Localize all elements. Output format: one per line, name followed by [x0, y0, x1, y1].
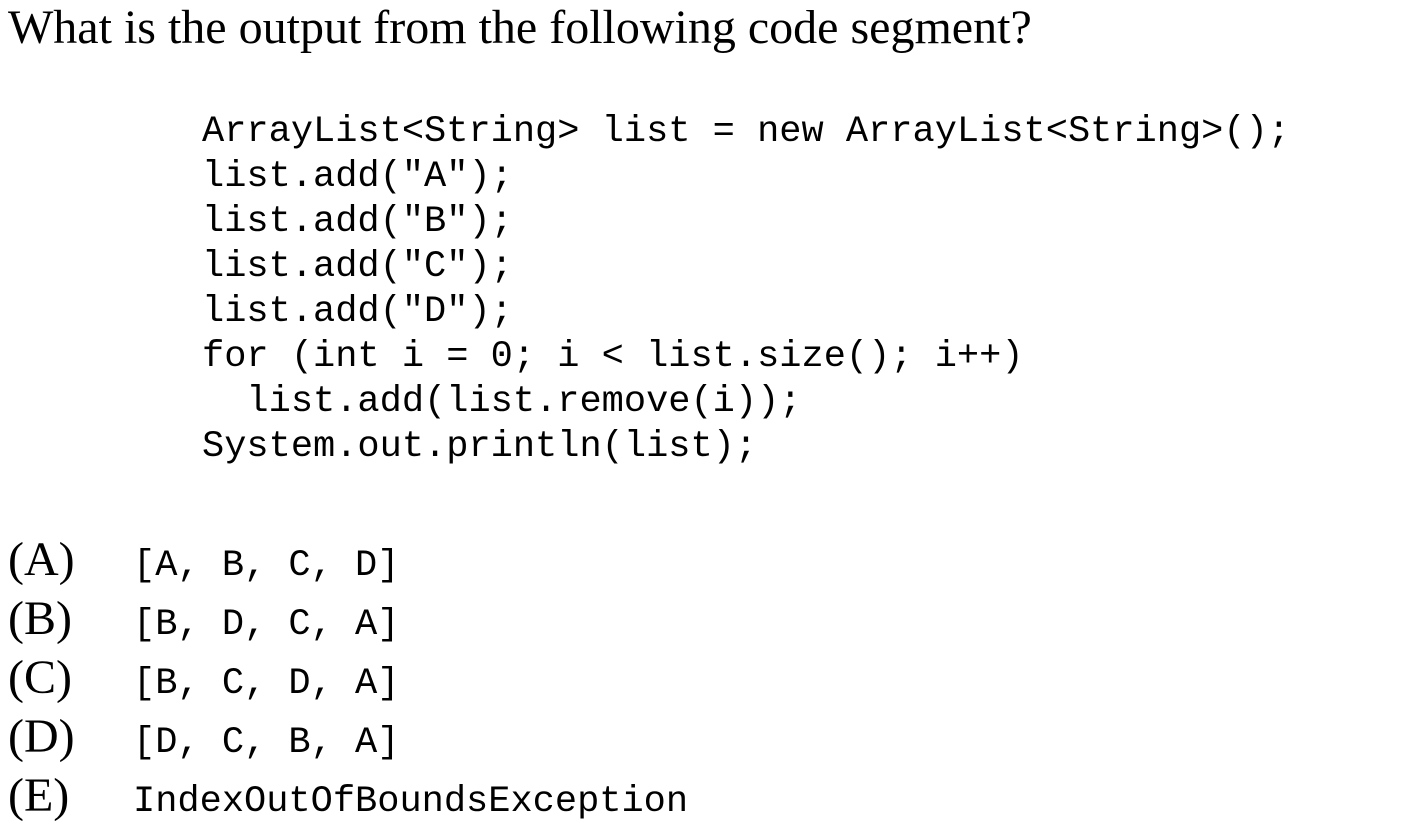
choice-letter: (B): [8, 592, 72, 645]
code-line: list.add("D");: [202, 291, 513, 333]
choice-d[interactable]: (D) [D, C, B, A]: [8, 709, 688, 768]
choice-e[interactable]: (E) IndexOutOfBoundsException: [8, 768, 688, 827]
choice-letter: (A): [8, 533, 75, 586]
code-line: list.add(list.remove(i));: [202, 381, 802, 423]
choice-text: [B, C, D, A]: [133, 663, 400, 705]
code-line: for (int i = 0; i < list.size(); i++): [202, 336, 1024, 378]
choice-letter: (C): [8, 651, 72, 704]
choice-text: IndexOutOfBoundsException: [133, 781, 689, 823]
code-line: list.add("B");: [202, 201, 513, 243]
choice-text: [D, C, B, A]: [133, 722, 400, 764]
choice-c[interactable]: (C) [B, C, D, A]: [8, 650, 688, 709]
code-block: ArrayList<String> list = new ArrayList<S…: [202, 110, 1290, 470]
choice-letter: (D): [8, 710, 75, 763]
question-text: What is the output from the following co…: [8, 1, 1032, 54]
answer-choices: (A) [A, B, C, D] (B) [B, D, C, A] (C) [B…: [8, 532, 688, 827]
choice-a[interactable]: (A) [A, B, C, D]: [8, 532, 688, 591]
code-line: ArrayList<String> list = new ArrayList<S…: [202, 111, 1290, 153]
choice-letter: (E): [8, 769, 70, 822]
choice-text: [B, D, C, A]: [133, 604, 400, 646]
choice-b[interactable]: (B) [B, D, C, A]: [8, 591, 688, 650]
code-line: list.add("C");: [202, 246, 513, 288]
code-line: list.add("A");: [202, 156, 513, 198]
choice-text: [A, B, C, D]: [133, 545, 400, 587]
code-line: System.out.println(list);: [202, 426, 758, 468]
